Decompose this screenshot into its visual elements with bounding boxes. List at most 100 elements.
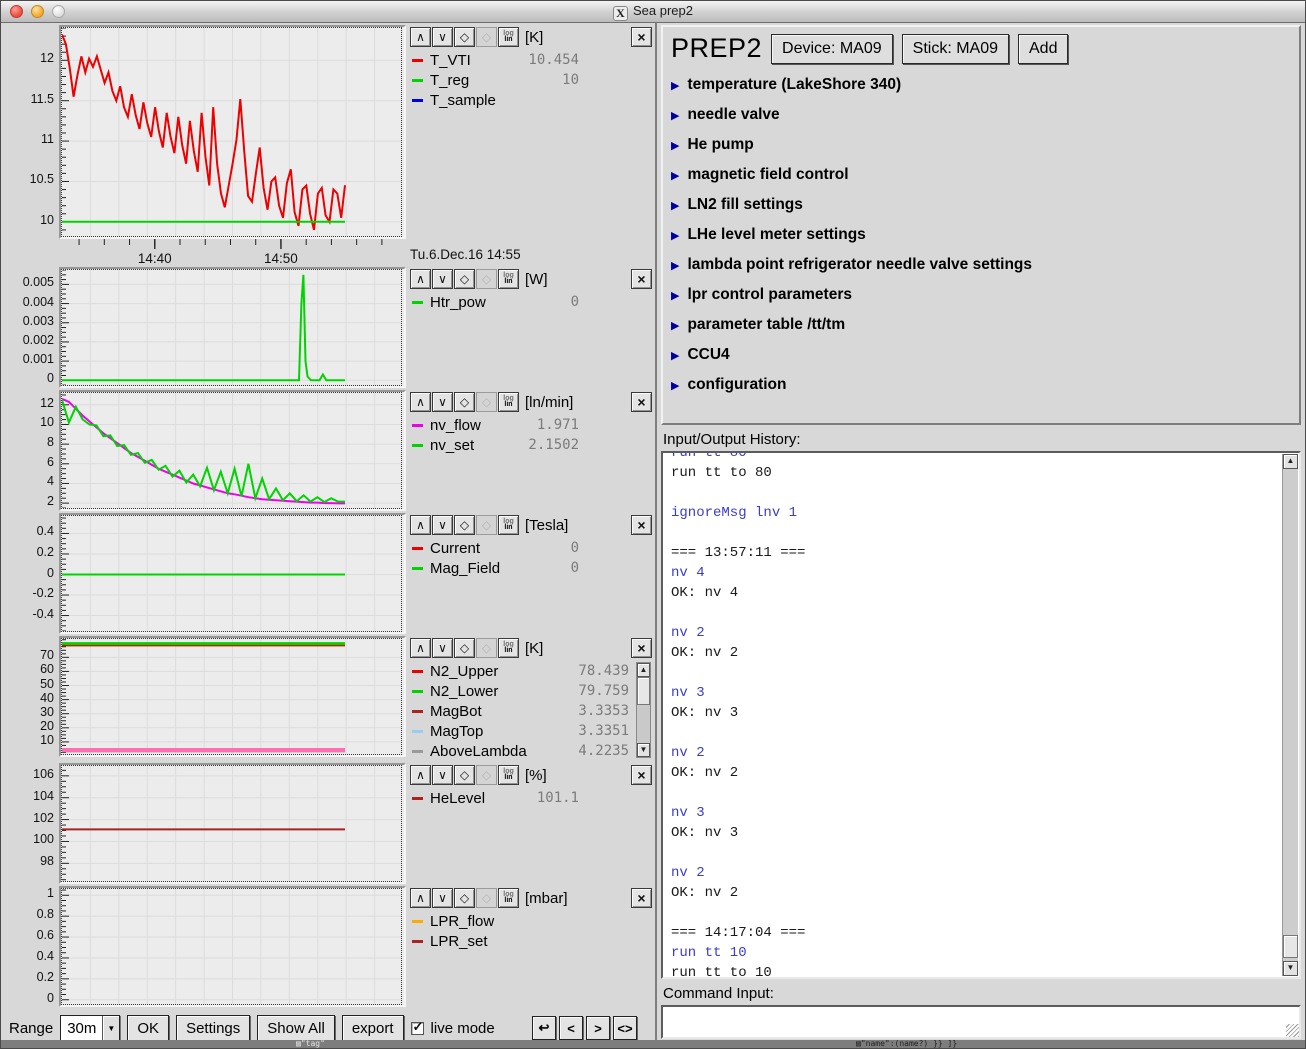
legend-item[interactable]: LPR_set [410, 931, 655, 951]
tree-item-he-pump[interactable]: ▶He pump [669, 130, 1293, 160]
legend-item[interactable]: nv_set2.1502 [410, 435, 655, 455]
close-chart-button[interactable]: × [631, 638, 652, 658]
tree-item-temperature-lakeshore-340[interactable]: ▶temperature (LakeShore 340) [669, 70, 1293, 100]
legend-item[interactable]: HeLevel101.1 [410, 788, 655, 808]
autoscale-button[interactable]: ◇ [454, 765, 475, 785]
legend-item[interactable]: T_sample [410, 90, 655, 110]
log-lin-toggle-button[interactable]: loglin [498, 765, 519, 785]
resize-grip[interactable] [1286, 1024, 1299, 1037]
legend-item[interactable]: Htr_pow0 [410, 292, 655, 312]
close-chart-button[interactable]: × [631, 269, 652, 289]
plot-area[interactable] [61, 638, 402, 755]
log-lin-toggle-button[interactable]: loglin [498, 638, 519, 658]
tree-item-lambda-point-refrigerator-needle-valve-settings[interactable]: ▶lambda point refrigerator needle valve … [669, 250, 1293, 280]
titlebar[interactable]: XSea prep2 [1, 1, 1305, 23]
stick-button[interactable]: Stick: MA09 [902, 34, 1009, 64]
command-input[interactable] [663, 1007, 1299, 1037]
range-dropdown[interactable]: 30m ▼ [60, 1015, 120, 1041]
scale-down-button[interactable]: ∨ [432, 27, 453, 47]
autoscale-button[interactable]: ◇ [454, 269, 475, 289]
jump-live-button[interactable]: ↩ [532, 1016, 556, 1040]
legend-item[interactable]: MagTop3.3351 [410, 721, 655, 741]
settings-button[interactable]: Settings [176, 1015, 250, 1042]
log-lin-toggle-button[interactable]: loglin [498, 392, 519, 412]
scale-down-button[interactable]: ∨ [432, 888, 453, 908]
io-history-scrollbar[interactable]: ▲ ▼ [1282, 454, 1298, 976]
scale-down-button[interactable]: ∨ [432, 765, 453, 785]
legend-series-value: 3.3351 [483, 723, 655, 739]
scale-up-button[interactable]: ∧ [410, 392, 431, 412]
scale-up-button[interactable]: ∧ [410, 638, 431, 658]
tree-item-needle-valve[interactable]: ▶needle valve [669, 100, 1293, 130]
log-lin-toggle-button[interactable]: loglin [498, 515, 519, 535]
scale-up-button[interactable]: ∧ [410, 888, 431, 908]
autoscale-button[interactable]: ◇ [454, 638, 475, 658]
plot-area[interactable] [61, 765, 402, 882]
scale-down-button[interactable]: ∨ [432, 392, 453, 412]
scale-down-button[interactable]: ∨ [432, 638, 453, 658]
x-tick-label: 14:50 [264, 251, 298, 265]
legend-item[interactable]: MagBot3.3353 [410, 701, 655, 721]
close-chart-button[interactable]: × [631, 888, 652, 908]
show-all-button[interactable]: Show All [257, 1015, 335, 1042]
page-back-button[interactable]: < [559, 1016, 583, 1040]
plot-area[interactable] [61, 392, 402, 509]
plot-area[interactable] [61, 269, 402, 386]
expand-range-button[interactable]: <> [613, 1016, 637, 1040]
scale-down-button[interactable]: ∨ [432, 515, 453, 535]
scale-up-button[interactable]: ∧ [410, 515, 431, 535]
log-lin-toggle-button[interactable]: loglin [498, 888, 519, 908]
legend-item[interactable]: Current0 [410, 538, 655, 558]
scale-up-button[interactable]: ∧ [410, 765, 431, 785]
legend-item[interactable]: AboveLambda4.2235 [410, 741, 655, 761]
scale-down-button[interactable]: ∨ [432, 269, 453, 289]
device-button[interactable]: Device: MA09 [771, 34, 893, 64]
command-input-box[interactable] [661, 1005, 1301, 1039]
autoscale-button[interactable]: ◇ [454, 888, 475, 908]
close-chart-button[interactable]: × [631, 765, 652, 785]
tree-item-lpr-control-parameters[interactable]: ▶lpr control parameters [669, 280, 1293, 310]
scrollbar-thumb[interactable] [637, 677, 650, 705]
io-history-line: nv 3 [671, 803, 1299, 823]
plot-area[interactable] [61, 27, 402, 237]
legend-item[interactable]: LPR_flow [410, 911, 655, 931]
export-button[interactable]: export [342, 1015, 404, 1042]
tree-item-ln2-fill-settings[interactable]: ▶LN2 fill settings [669, 190, 1293, 220]
scroll-down-icon[interactable]: ▼ [1283, 961, 1298, 976]
autoscale-button[interactable]: ◇ [454, 27, 475, 47]
plot-area[interactable] [61, 888, 402, 1005]
tree-item-configuration[interactable]: ▶configuration [669, 370, 1293, 400]
scrollbar-thumb[interactable] [1283, 935, 1298, 958]
tree-item-magnetic-field-control[interactable]: ▶magnetic field control [669, 160, 1293, 190]
legend-item[interactable]: T_VTI10.454 [410, 50, 655, 70]
legend-item[interactable]: N2_Upper78.439 [410, 661, 655, 681]
ok-button[interactable]: OK [127, 1015, 169, 1042]
autoscale-button[interactable]: ◇ [454, 515, 475, 535]
tree-item-parameter-table-tt-tm[interactable]: ▶parameter table /tt/tm [669, 310, 1293, 340]
legend-item[interactable]: N2_Lower79.759 [410, 681, 655, 701]
legend-item[interactable]: Mag_Field0 [410, 558, 655, 578]
tree-item-lhe-level-meter-settings[interactable]: ▶LHe level meter settings [669, 220, 1293, 250]
legend-scrollbar[interactable]: ▲▼ [636, 662, 651, 758]
live-mode-checkbox[interactable]: ✓ [411, 1022, 424, 1035]
page-forward-button[interactable]: > [586, 1016, 610, 1040]
log-lin-toggle-button[interactable]: loglin [498, 269, 519, 289]
scrollbar-trough[interactable] [1283, 469, 1298, 935]
tree-item-ccu4[interactable]: ▶CCU4 [669, 340, 1293, 370]
add-button[interactable]: Add [1018, 34, 1068, 64]
scale-up-button[interactable]: ∧ [410, 27, 431, 47]
close-chart-button[interactable]: × [631, 515, 652, 535]
io-history[interactable]: run tt 80run tt to 80 ignoreMsg lnv 1 ==… [661, 451, 1301, 979]
scale-up-button[interactable]: ∧ [410, 269, 431, 289]
scroll-down-icon[interactable]: ▼ [637, 743, 650, 757]
log-lin-toggle-button[interactable]: loglin [498, 27, 519, 47]
plot-area[interactable] [61, 515, 402, 632]
close-chart-button[interactable]: × [631, 27, 652, 47]
legend-item[interactable]: nv_flow1.971 [410, 415, 655, 435]
scrollbar-trough[interactable] [637, 705, 650, 743]
autoscale-button[interactable]: ◇ [454, 392, 475, 412]
scroll-up-icon[interactable]: ▲ [637, 663, 650, 677]
legend-item[interactable]: T_reg10 [410, 70, 655, 90]
scroll-up-icon[interactable]: ▲ [1283, 454, 1298, 469]
close-chart-button[interactable]: × [631, 392, 652, 412]
